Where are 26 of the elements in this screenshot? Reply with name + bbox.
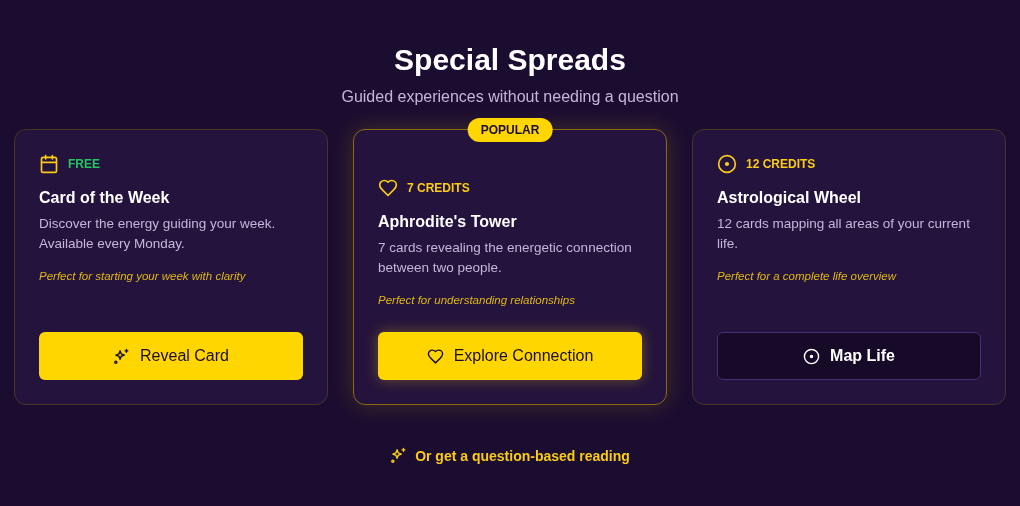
action-button[interactable]: Map Life xyxy=(717,332,981,380)
question-reading-link[interactable]: Or get a question-based reading xyxy=(390,447,630,464)
card-description: 7 cards revealing the energetic connection between two people. xyxy=(378,239,633,277)
card-note: Perfect for understanding relationships xyxy=(378,293,576,308)
heart-icon xyxy=(378,178,398,198)
page-title: Special Spreads xyxy=(394,42,626,78)
action-button[interactable]: Reveal Card xyxy=(39,332,303,380)
action-button[interactable]: Explore Connection xyxy=(378,332,642,380)
popular-badge: POPULAR xyxy=(467,118,553,142)
price-label: FREE xyxy=(68,157,100,171)
card-note: Perfect for starting your week with clarity xyxy=(39,269,247,284)
price-label: 7 CREDITS xyxy=(407,181,470,195)
card-description: 12 cards mapping all areas of your current life. xyxy=(717,215,971,253)
sparkles-icon xyxy=(113,347,131,365)
card-title: Card of the Week xyxy=(39,188,171,208)
price-label: 12 CREDITS xyxy=(746,157,816,171)
target-icon xyxy=(717,154,737,174)
card-title: Astrological Wheel xyxy=(717,188,863,208)
target-icon xyxy=(803,347,821,365)
sparkles-icon xyxy=(390,447,408,464)
heart-icon xyxy=(426,347,444,365)
calendar-icon xyxy=(39,154,59,174)
card-note: Perfect for a complete life overview xyxy=(717,269,898,284)
page-subtitle: Guided experiences without needing a question xyxy=(341,87,679,107)
card-title: Aphrodite's Tower xyxy=(378,212,518,232)
card-description: Discover the energy guiding your week. Available every Monday. xyxy=(39,215,277,253)
